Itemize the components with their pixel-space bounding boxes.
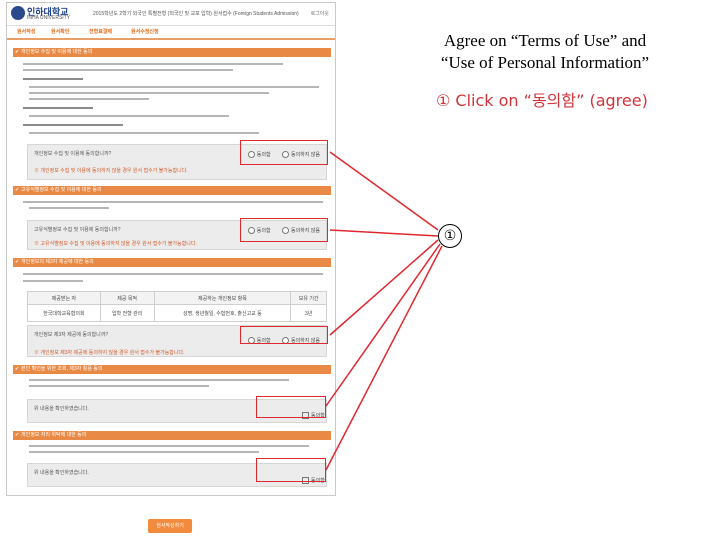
section-header-unique-id: 고유식별정보 수집 및 이용에 대한 동의 bbox=[13, 186, 331, 195]
text-line bbox=[23, 78, 83, 80]
text-line bbox=[29, 379, 289, 381]
table-header: 보유 기간 bbox=[290, 291, 327, 305]
section-header-third-party: 개인정보의 제3자 제공에 대한 동의 bbox=[13, 258, 331, 267]
text-line bbox=[29, 445, 309, 447]
table-cell: 한국대학교육협의회 bbox=[27, 304, 101, 322]
tab-write[interactable]: 원서작성 bbox=[17, 28, 35, 35]
text-line bbox=[23, 107, 93, 109]
consent-question: 고유식별정보 수집 및 이용에 동의합니까? bbox=[34, 227, 121, 233]
table-row: 한국대학교육협의회 입학 전형 관리 성명, 생년월일, 수험번호, 출신고교 … bbox=[27, 304, 327, 322]
table-cell: 입학 전형 관리 bbox=[99, 304, 155, 322]
site-header: 인하대학교 INHA UNIVERSITY 2015학년도 2학기 외국인 특별… bbox=[7, 3, 335, 26]
instruction-callout: Agree on “Terms of Use” and “Use of Pers… bbox=[420, 30, 670, 74]
section-header-entrust: 개인정보 처리 위탁에 대한 동의 bbox=[13, 431, 331, 440]
highlight-box bbox=[256, 396, 326, 418]
text-line bbox=[29, 132, 259, 134]
text-line bbox=[29, 385, 209, 387]
consent-warning: ※ 개인정보 제3자 제공에 동의하지 않을 경우 원서 접수가 불가능합니다. bbox=[34, 350, 185, 356]
highlight-box bbox=[256, 458, 326, 482]
logo-subtitle: INHA UNIVERSITY bbox=[27, 15, 71, 21]
instruction-step: ① Click on “동의함” (agree) bbox=[436, 91, 648, 110]
text-line bbox=[23, 280, 83, 282]
write-application-button[interactable]: 원서작성하기 bbox=[148, 519, 192, 533]
check-question: 위 내용을 확인하였습니다. bbox=[34, 406, 89, 412]
consent-warning: ※ 고유식별정보 수집 및 이용에 동의하지 않을 경우 원서 접수가 불가능합… bbox=[34, 241, 197, 247]
text-line bbox=[29, 451, 259, 453]
text-line bbox=[29, 86, 319, 88]
page-title: 2015학년도 2학기 외국인 특별전형 (외국인 및 교포 입학) 원서접수 … bbox=[93, 11, 299, 17]
university-logo[interactable] bbox=[11, 6, 25, 20]
text-line bbox=[29, 92, 269, 94]
logout-link[interactable]: 로그아웃 bbox=[311, 10, 329, 17]
text-line bbox=[29, 115, 229, 117]
consent-warning: ※ 개인정보 수집 및 이용에 동의하지 않을 경우 원서 접수가 불가능합니다… bbox=[34, 168, 188, 174]
text-line bbox=[29, 98, 149, 100]
callout-line-2: “Use of Personal Information” bbox=[440, 53, 650, 72]
table-cell: 성명, 생년월일, 수험번호, 출신고교 등 bbox=[153, 304, 292, 322]
highlight-box bbox=[240, 326, 328, 344]
table-cell: 3년 bbox=[290, 304, 327, 322]
browser-screenshot: 인하대학교 INHA UNIVERSITY 2015학년도 2학기 외국인 특별… bbox=[6, 2, 336, 496]
highlight-box bbox=[240, 218, 328, 242]
tab-payment[interactable]: 전형료결제 bbox=[89, 28, 112, 35]
section-header-privacy: 개인정보 수집 및 이용에 대한 동의 bbox=[13, 48, 331, 57]
check-question: 위 내용을 확인하였습니다. bbox=[34, 470, 89, 476]
text-line bbox=[23, 273, 323, 275]
table-header: 제공받는 자 bbox=[27, 291, 101, 305]
text-line bbox=[23, 63, 283, 65]
callout-line-1: Agree on “Terms of Use” and bbox=[443, 31, 647, 50]
text-line bbox=[23, 69, 233, 71]
text-line bbox=[23, 201, 323, 203]
highlight-box bbox=[240, 140, 328, 165]
text-line bbox=[29, 207, 109, 209]
nav-tabs: 원서작성 원서확인 전형료결제 원서수정신청 bbox=[7, 26, 335, 40]
consent-question: 개인정보 제3자 제공에 동의합니까? bbox=[34, 332, 109, 338]
tab-confirm[interactable]: 원서확인 bbox=[51, 28, 69, 35]
step-badge: ① bbox=[438, 224, 462, 248]
table-header-row: 제공받는 자 제공 목적 제공하는 개인정보 항목 보유 기간 bbox=[27, 291, 327, 305]
table-header: 제공하는 개인정보 항목 bbox=[153, 291, 292, 305]
tab-edit-request[interactable]: 원서수정신청 bbox=[131, 28, 159, 35]
text-line bbox=[23, 124, 123, 126]
table-header: 제공 목적 bbox=[99, 291, 155, 305]
third-party-table: 제공받는 자 제공 목적 제공하는 개인정보 항목 보유 기간 한국대학교육협의… bbox=[27, 291, 327, 322]
section-header-identity: 본인 확인을 위한 조회, 제3자 활용 동의 bbox=[13, 365, 331, 374]
consent-question: 개인정보 수집 및 이용에 동의합니까? bbox=[34, 151, 112, 157]
